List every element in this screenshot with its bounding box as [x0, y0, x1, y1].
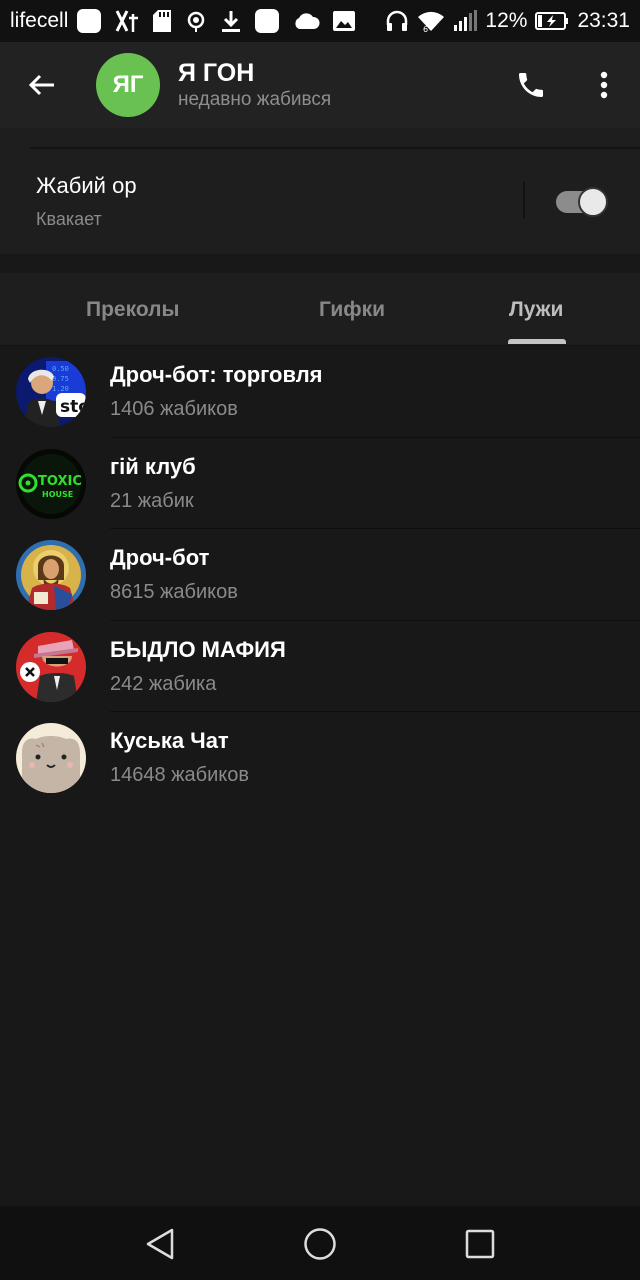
svg-text:6: 6 — [423, 25, 428, 32]
app-bar: ЯГ Я ГОН недавно жабився — [0, 42, 640, 128]
image-icon — [333, 11, 356, 31]
divider — [30, 147, 640, 149]
tab-indicator — [508, 339, 566, 344]
mafia-avatar — [16, 631, 86, 702]
app-square-icon — [77, 9, 102, 33]
list-item[interactable]: 0.50 0.75 1.20 sto Дроч-бот: торговля 14… — [0, 346, 640, 438]
call-button[interactable] — [508, 62, 554, 108]
more-vert-icon — [600, 71, 608, 99]
icon-avatar — [16, 540, 86, 610]
chat-title: Дроч-бот — [110, 545, 210, 570]
nav-recents-button[interactable] — [460, 1224, 500, 1264]
chat-title-block[interactable]: Я ГОН недавно жабився — [178, 58, 331, 112]
list-item[interactable]: TOXIC HOUSE гій клуб 21 жабик — [0, 438, 640, 529]
list-item[interactable]: БЫДЛО МАФИЯ 242 жабика — [0, 621, 640, 712]
carrier-label: lifecell — [10, 9, 69, 32]
svg-text:0.50: 0.50 — [52, 365, 69, 373]
page-title: Я ГОН — [178, 59, 255, 87]
avatar-text-toxic: TOXIC — [38, 474, 82, 489]
divider — [523, 182, 525, 218]
tab-gifs[interactable]: Гифки — [319, 298, 385, 322]
phone-icon — [519, 73, 543, 97]
chat-title: Куська Чат — [110, 728, 229, 753]
arrow-back-icon — [28, 74, 54, 96]
toxic-house-avatar: TOXIC HOUSE — [16, 448, 86, 519]
member-count: 1406 жабиков — [110, 398, 238, 420]
back-nav-icon — [146, 1228, 174, 1260]
signal-icon — [454, 10, 478, 31]
setting-subtitle: Квакает — [36, 209, 102, 229]
translate-icon — [116, 10, 139, 32]
svg-text:sto: sto — [60, 397, 86, 417]
last-seen-status: недавно жабився — [178, 89, 332, 110]
member-count: 242 жабика — [110, 672, 217, 695]
chat-title: гій клуб — [110, 453, 196, 479]
headphones-icon — [387, 10, 408, 31]
clock: 23:31 — [577, 9, 630, 32]
status-bar: lifecell 6 12% 23:31 — [0, 0, 640, 42]
list-item[interactable]: Куська Чат 14648 жабиков — [0, 712, 640, 804]
nav-home-button[interactable] — [300, 1224, 340, 1264]
member-count: 14648 жабиков — [110, 764, 250, 786]
app-square-icon — [255, 9, 280, 33]
toggle-knob — [578, 187, 608, 217]
back-button[interactable] — [0, 42, 84, 128]
sd-card-icon — [153, 10, 172, 32]
hotspot-icon — [188, 11, 205, 32]
member-count: 8615 жабиков — [110, 581, 238, 603]
member-count: 21 жабик — [110, 489, 194, 512]
system-nav-bar — [0, 1206, 640, 1280]
chat-title: Дроч-бот: торговля — [110, 362, 323, 387]
notifications-toggle[interactable] — [556, 187, 608, 217]
setting-title: Жабий ор — [36, 173, 137, 198]
stocks-avatar: 0.50 0.75 1.20 sto — [16, 357, 86, 427]
cloud-icon — [295, 13, 320, 29]
chat-title: БЫДЛО МАФИЯ — [110, 636, 286, 662]
avatar[interactable]: ЯГ — [96, 53, 160, 117]
svg-text:1.20: 1.20 — [52, 385, 69, 393]
wifi-icon: 6 — [418, 11, 445, 32]
media-tabs: Преколы Гифки Лужи — [0, 273, 640, 346]
battery-icon — [535, 12, 569, 30]
common-groups-list: 0.50 0.75 1.20 sto Дроч-бот: торговля 14… — [0, 346, 640, 804]
recents-nav-icon — [465, 1229, 495, 1259]
avatar-text-house: HOUSE — [42, 490, 73, 499]
tab-prekoly[interactable]: Преколы — [86, 298, 179, 322]
tab-groups[interactable]: Лужи — [509, 298, 563, 322]
nav-back-button[interactable] — [140, 1224, 180, 1264]
svg-text:0.75: 0.75 — [52, 375, 69, 383]
cat-avatar — [16, 723, 86, 793]
more-options-button[interactable] — [584, 62, 624, 108]
home-nav-icon — [304, 1228, 336, 1260]
settings-section: Жабий ор Квакает — [0, 128, 640, 254]
list-item[interactable]: Дроч-бот 8615 жабиков — [0, 529, 640, 621]
download-icon — [222, 11, 241, 32]
battery-percent: 12% — [485, 9, 528, 32]
